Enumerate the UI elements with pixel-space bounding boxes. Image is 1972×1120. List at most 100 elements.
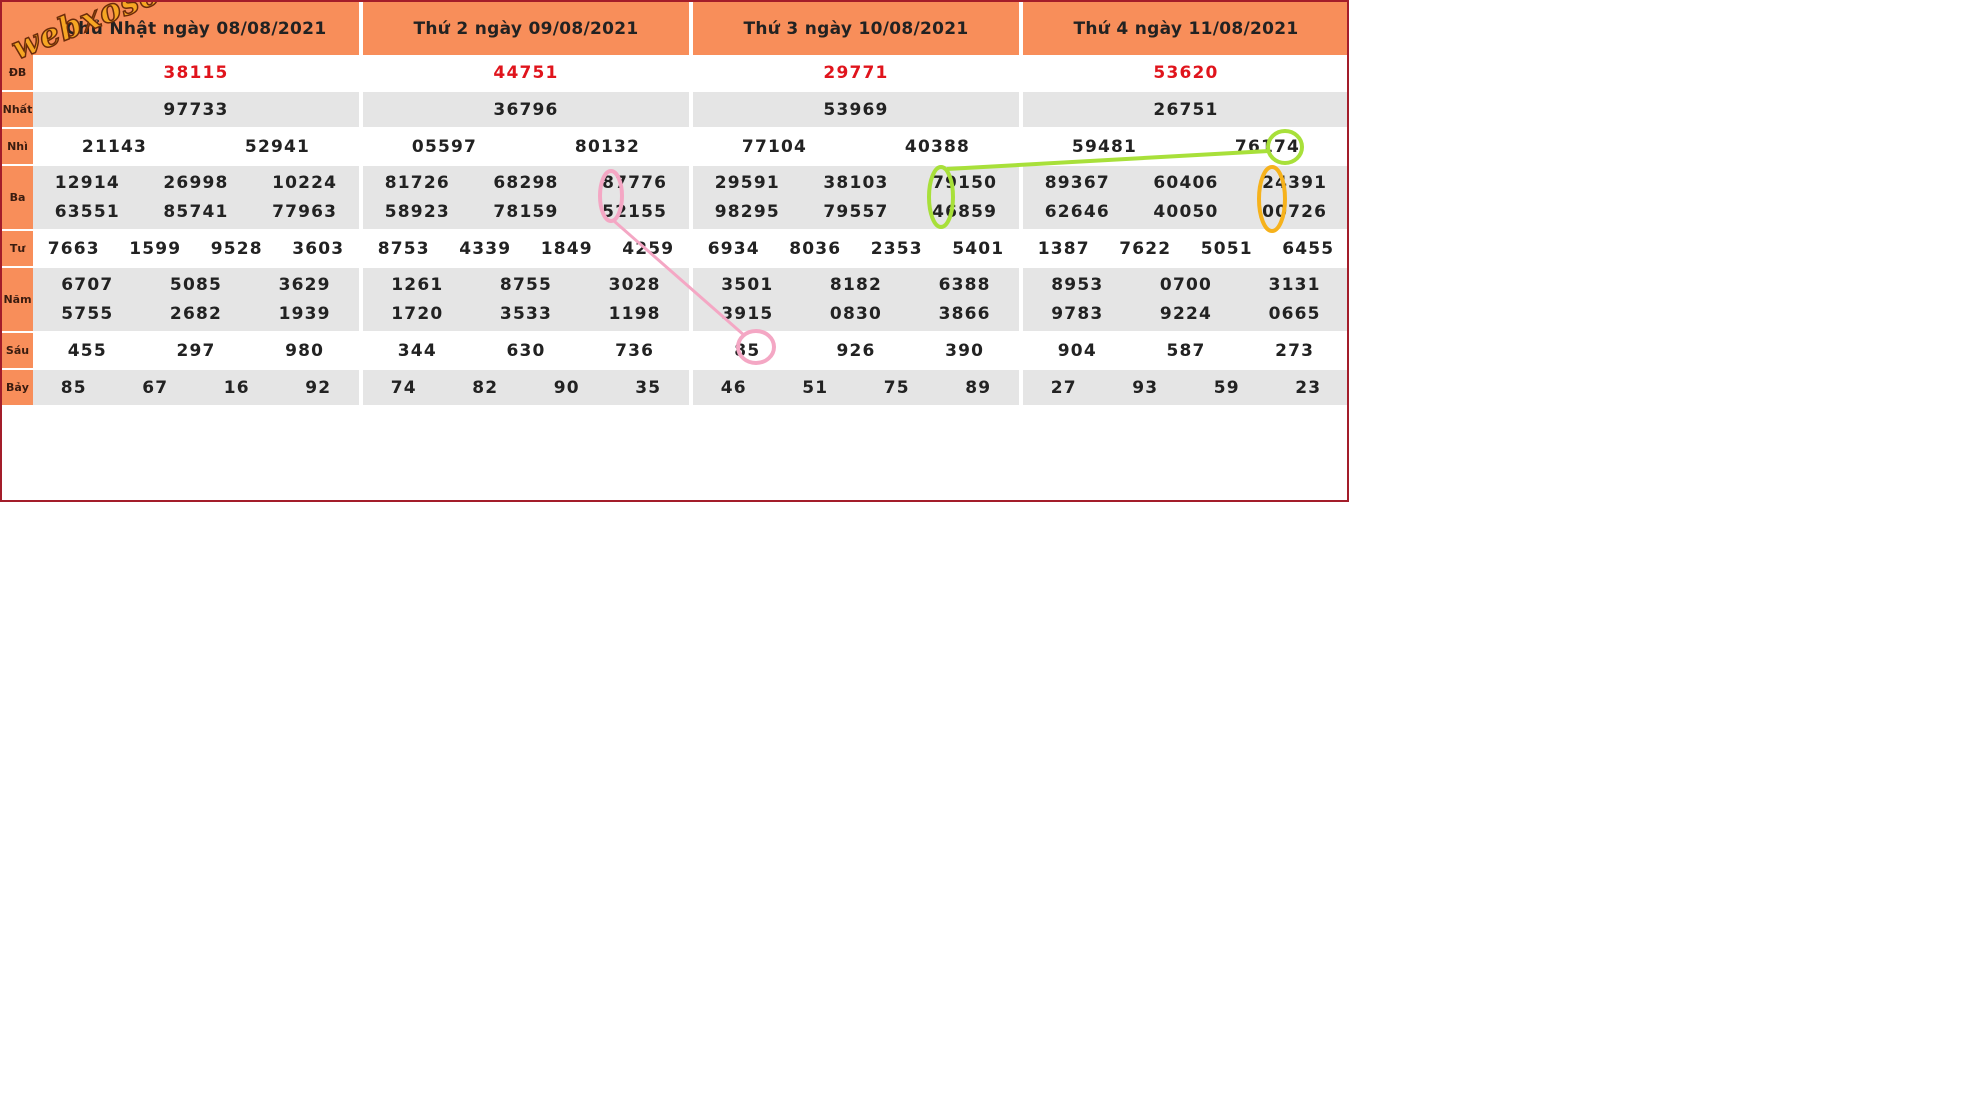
prize-number: 62646 [1044,202,1110,222]
prize-number: 1939 [278,304,331,324]
prize-number: 1720 [391,304,444,324]
day-header: Chủ Nhật ngày 08/08/2021 [33,2,359,55]
prize-number: 85 [734,340,761,361]
prize-number: 926 [836,340,876,361]
prize-number: 3501 [721,275,774,295]
prize-number: 24391 [1262,173,1328,193]
prize-number: 9224 [1159,304,1213,324]
prize-number: 80132 [574,136,641,157]
prize-label-first: Nhất [2,92,33,127]
prize-number: 74 [390,377,417,398]
prize-number: 89 [965,377,992,398]
prize-number: 8755 [499,275,553,295]
prize-row-special: 38115 [33,55,359,90]
prize-number: 0830 [829,304,883,324]
prize-number: 27 [1050,377,1077,398]
prize-number: 8036 [789,238,842,259]
prize-row-second: 05597 80132 [363,129,689,164]
prize-row-fourth: 1387 7622 5051 6455 [1023,231,1347,266]
prize-number: 67 [142,377,169,398]
prize-number: 53620 [1153,62,1219,83]
prize-number: 46 [720,377,747,398]
prize-number: 38115 [163,62,229,83]
prize-number: 92 [305,377,332,398]
prize-number: 40388 [904,136,971,157]
prize-number: 79150 [932,173,998,193]
prize-number: 344 [397,340,437,361]
prize-number: 3533 [499,304,553,324]
prize-number: 81726 [384,173,450,193]
prize-number: 630 [506,340,546,361]
prize-number: 297 [176,340,216,361]
prize-row-seventh: 74 82 90 35 [363,370,689,405]
prize-number: 5755 [61,304,114,324]
prize-number: 12914 [54,173,120,193]
prize-row-sixth: 904 587 273 [1023,333,1347,368]
prize-number: 52941 [244,136,311,157]
prize-number: 9528 [210,238,263,259]
prize-row-fifth: 3501 8182 6388 3915 0830 3866 [693,268,1019,331]
prize-number: 9783 [1051,304,1104,324]
prize-row-second: 77104 40388 [693,129,1019,164]
prize-number: 1387 [1037,238,1090,259]
prize-row-special: 29771 [693,55,1019,90]
prize-number: 63551 [54,202,120,222]
prize-number: 6707 [61,275,114,295]
prize-row-fifth: 6707 5085 3629 5755 2682 1939 [33,268,359,331]
prize-row-fourth: 8753 4339 1849 4259 [363,231,689,266]
prize-number: 59 [1213,377,1240,398]
prize-number: 3915 [721,304,774,324]
prize-number: 51 [802,377,829,398]
prize-number: 3131 [1268,275,1321,295]
prize-row-second: 59481 76174 [1023,129,1347,164]
prize-number: 77104 [741,136,808,157]
prize-row-seventh: 85 67 16 92 [33,370,359,405]
prize-number: 97733 [163,99,229,120]
prize-row-third: 29591 38103 79150 98295 79557 46859 [693,166,1019,229]
label-header-cell [2,2,33,55]
prize-number: 0700 [1159,275,1213,295]
prize-number: 6934 [707,238,760,259]
prize-row-special: 53620 [1023,55,1347,90]
prize-number: 82 [472,377,499,398]
prize-number: 85 [60,377,87,398]
prize-number: 736 [615,340,655,361]
prize-number: 3603 [292,238,345,259]
prize-number: 75 [883,377,910,398]
prize-number: 89367 [1044,173,1110,193]
prize-label-second: Nhì [2,129,33,164]
prize-number: 390 [945,340,985,361]
prize-number: 904 [1057,340,1097,361]
prize-number: 1849 [540,238,593,259]
prize-number: 587 [1166,340,1206,361]
prize-number: 1261 [391,275,444,295]
prize-number: 26751 [1153,99,1219,120]
prize-number: 53969 [823,99,889,120]
prize-number: 79557 [823,202,889,222]
prize-number: 5051 [1200,238,1253,259]
prize-number: 52155 [602,202,668,222]
prize-number: 76174 [1234,136,1301,157]
prize-number: 0665 [1268,304,1321,324]
prize-label-fifth: Năm [2,268,33,331]
prize-number: 1198 [608,304,661,324]
prize-row-special: 44751 [363,55,689,90]
prize-number: 10224 [272,173,338,193]
prize-number: 7663 [47,238,100,259]
prize-number: 8953 [1051,275,1104,295]
prize-number: 93 [1132,377,1159,398]
prize-number: 980 [285,340,325,361]
prize-number: 3028 [608,275,661,295]
prize-number: 8182 [829,275,883,295]
prize-number: 2353 [870,238,923,259]
prize-number: 60406 [1153,173,1219,193]
lottery-results-board: ĐB Nhất Nhì Ba Tư Năm Sáu Bảy Chủ Nhật n… [0,0,1349,502]
prize-row-sixth: 344 630 736 [363,333,689,368]
prize-number: 1599 [129,238,182,259]
prize-number: 16 [223,377,250,398]
prize-number: 44751 [493,62,559,83]
prize-number: 6455 [1282,238,1335,259]
prize-number: 68298 [493,173,559,193]
prize-number: 85741 [163,202,229,222]
prize-number: 58923 [384,202,450,222]
